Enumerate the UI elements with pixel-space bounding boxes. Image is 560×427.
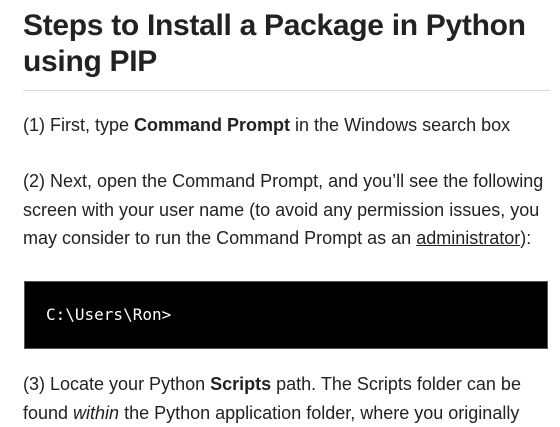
step-1-suffix: in the Windows search box xyxy=(290,115,511,135)
administrator-link[interactable]: administrator xyxy=(416,228,520,248)
step-1-prefix: (1) First, type xyxy=(23,115,135,135)
step-3-prefix: (3) Locate your Python xyxy=(23,374,211,394)
step-3-suffix: the Python application folder, where you… xyxy=(119,402,520,423)
command-prompt-code-block: C:\Users\Ron> xyxy=(24,281,548,349)
step-2-suffix: ): xyxy=(520,228,532,248)
step-2-paragraph: (2) Next, open the Command Prompt, and y… xyxy=(23,167,550,253)
step-3-bold-term: Scripts xyxy=(210,374,272,394)
step-3-paragraph: (3) Locate your Python Scripts path. The… xyxy=(23,370,550,427)
step-1-bold-term: Command Prompt xyxy=(134,115,291,135)
page-title: Steps to Install a Package in Python usi… xyxy=(23,9,526,78)
code-text: C:\Users\Ron> xyxy=(46,305,172,324)
title-divider xyxy=(23,90,550,91)
step-3-italic-term: within xyxy=(73,402,120,423)
step-1-paragraph: (1) First, type Command Prompt in the Wi… xyxy=(23,111,550,140)
